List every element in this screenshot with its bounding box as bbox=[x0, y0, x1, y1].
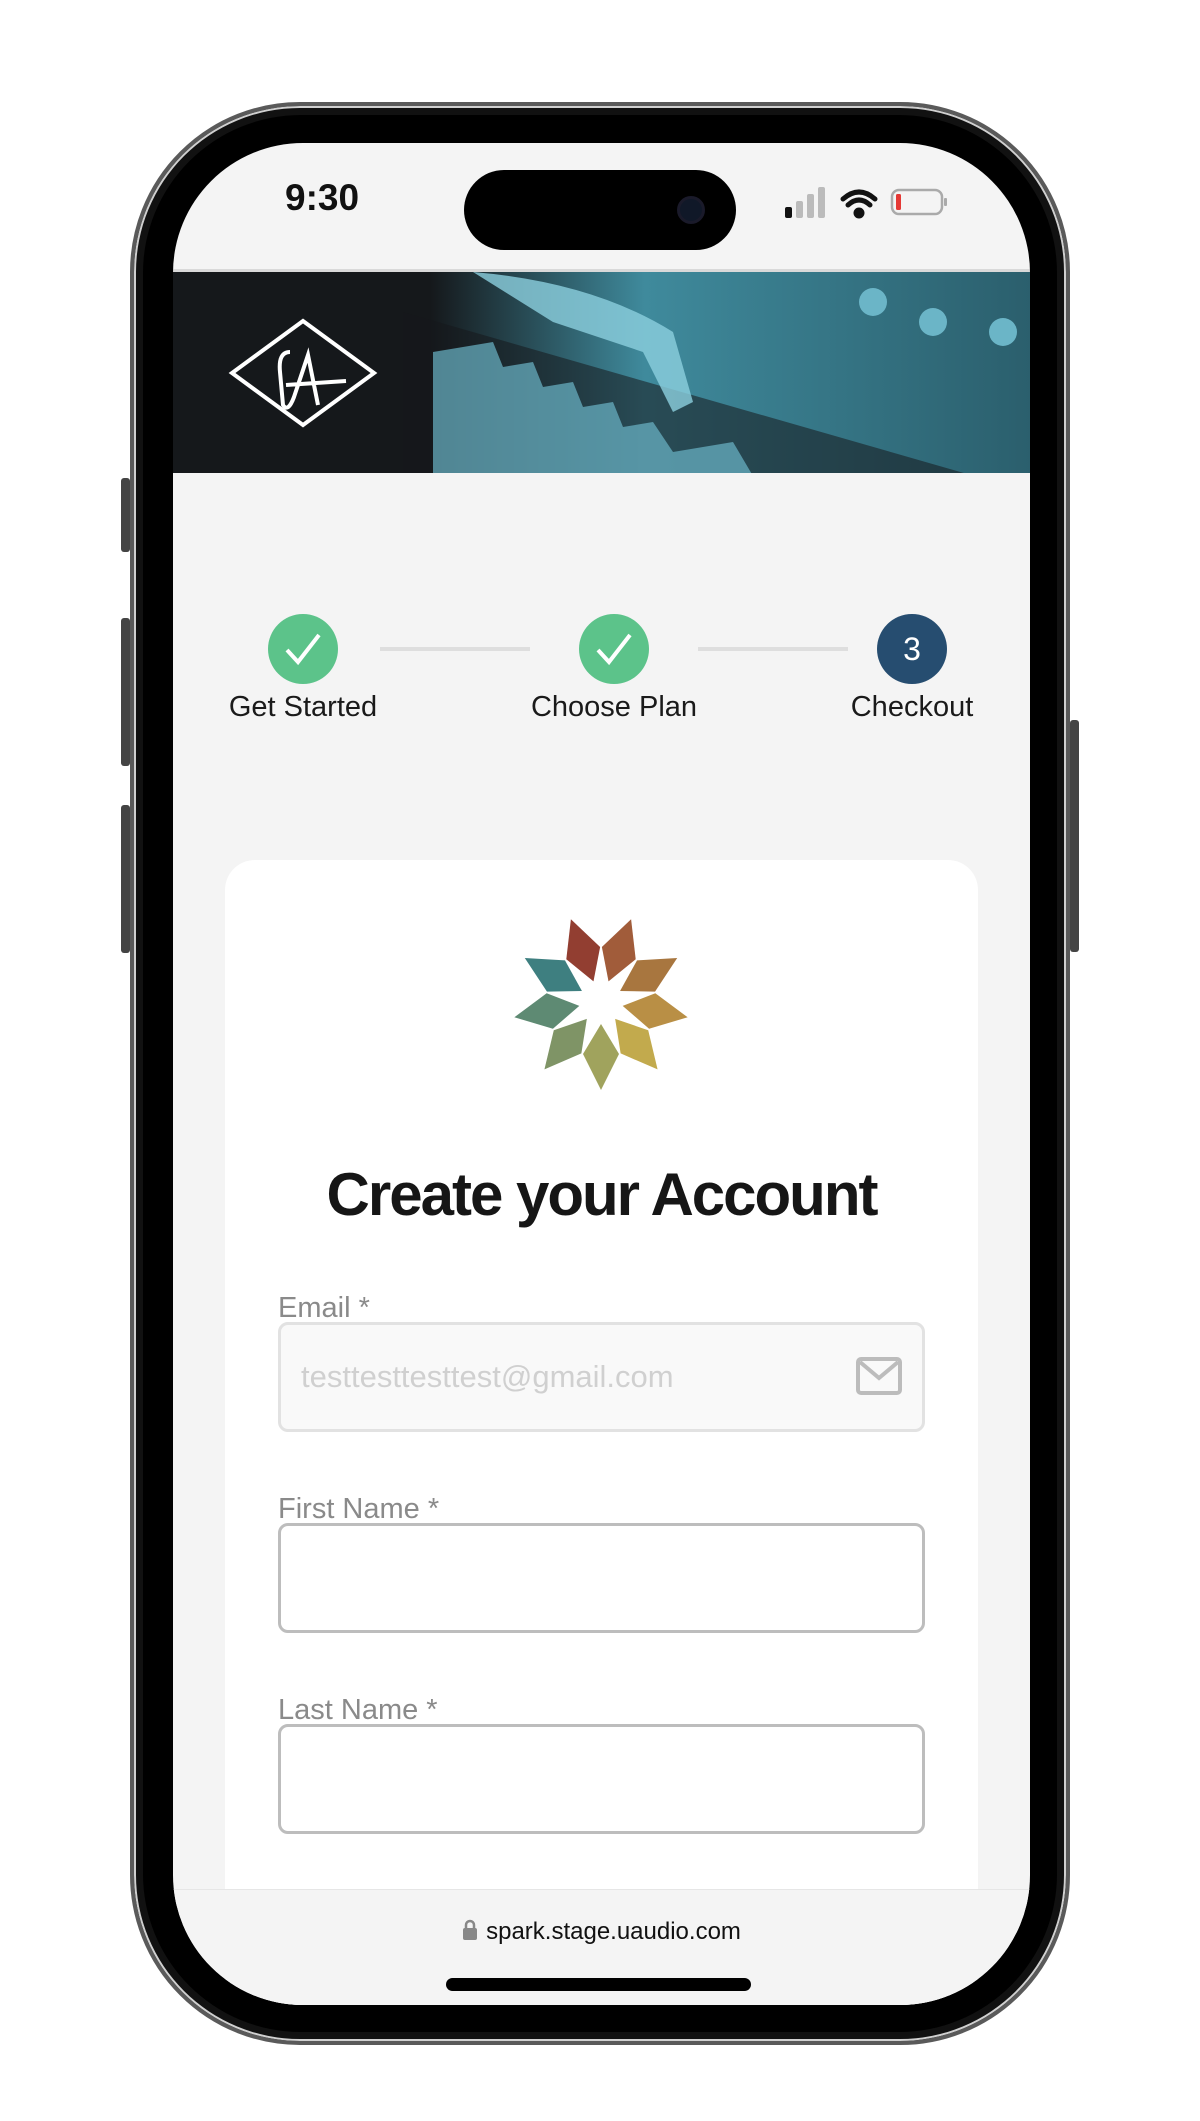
volume-down-button bbox=[121, 805, 130, 953]
check-icon bbox=[596, 633, 632, 666]
email-field[interactable] bbox=[278, 1322, 925, 1432]
dynamic-island bbox=[464, 170, 736, 250]
screen: 9:30 Get Started Choose Plan 3 Checkout … bbox=[173, 143, 1030, 2005]
home-indicator[interactable] bbox=[446, 1978, 751, 1991]
step-3-label: Checkout bbox=[850, 691, 974, 723]
ua-logo bbox=[228, 318, 378, 428]
step-3-circle: 3 bbox=[877, 614, 947, 684]
spark-logo bbox=[514, 919, 688, 1090]
step-1-circle bbox=[268, 614, 338, 684]
first-name-field[interactable] bbox=[278, 1523, 925, 1633]
last-name-input[interactable] bbox=[281, 1727, 922, 1831]
star-petal bbox=[583, 1024, 619, 1090]
lock-icon bbox=[463, 1919, 478, 1940]
first-name-label: First Name * bbox=[278, 1493, 440, 1525]
step-2-circle bbox=[579, 614, 649, 684]
step-connector bbox=[698, 647, 848, 651]
check-icon bbox=[285, 633, 321, 666]
email-label: Email * bbox=[278, 1292, 370, 1324]
url-text: spark.stage.uaudio.com bbox=[486, 1918, 741, 1945]
first-name-input[interactable] bbox=[281, 1526, 922, 1630]
battery-icon bbox=[890, 188, 947, 216]
account-card: Create your Account Email * First Name *… bbox=[225, 860, 978, 2005]
last-name-field[interactable] bbox=[278, 1724, 925, 1834]
step-1-label: Get Started bbox=[228, 691, 378, 723]
email-input[interactable] bbox=[281, 1325, 922, 1429]
signal-icon bbox=[785, 187, 825, 218]
browser-bar: spark.stage.uaudio.com bbox=[173, 1889, 1030, 2005]
step-connector bbox=[380, 647, 530, 651]
last-name-label: Last Name * bbox=[278, 1694, 438, 1726]
wifi-icon bbox=[840, 189, 878, 219]
page-title: Create your Account bbox=[326, 1161, 879, 1228]
action-button bbox=[121, 478, 130, 552]
status-time: 9:30 bbox=[285, 177, 360, 218]
volume-up-button bbox=[121, 618, 130, 766]
camera-icon bbox=[677, 196, 705, 224]
header-banner bbox=[173, 269, 1030, 473]
step-2-label: Choose Plan bbox=[530, 691, 698, 723]
url-bar[interactable]: spark.stage.uaudio.com bbox=[173, 1918, 1030, 1946]
status-icons bbox=[785, 187, 947, 219]
mail-icon bbox=[856, 1357, 902, 1395]
power-button bbox=[1070, 720, 1079, 952]
